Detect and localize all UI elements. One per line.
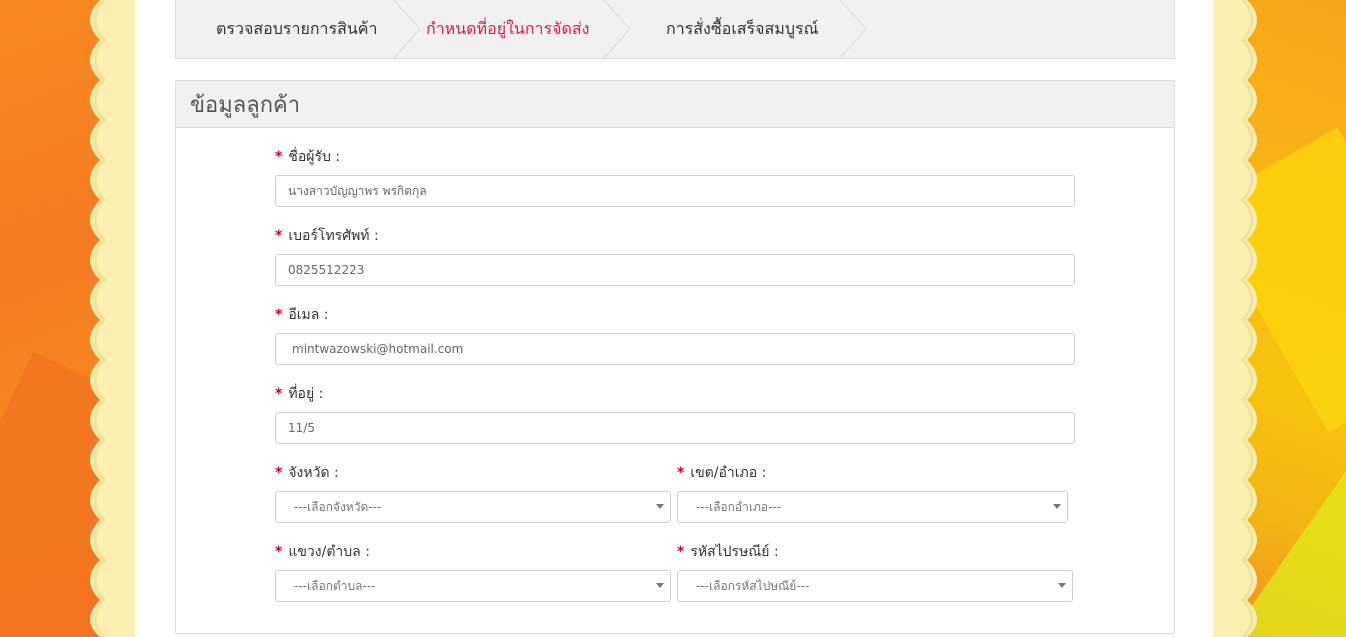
postcode-label: * รหัสไปรษณีย์ : xyxy=(677,544,779,560)
checkout-steps: ตรวจสอบรายการสินค้า กำหนดที่อยู่ในการจัด… xyxy=(175,0,1175,59)
chevron-down-icon xyxy=(656,504,664,509)
email-group: * อีเมล : mintwazowski@hotmail.com xyxy=(275,305,1075,365)
email-input[interactable]: mintwazowski@hotmail.com xyxy=(275,333,1075,365)
subdistrict-group: * แขวง/ตำบล : ---เลือกตำบล--- xyxy=(275,542,671,602)
customer-info-panel: ข้อมูลลูกค้า * ชื่อผู้รับ : นางสาวบัญญาพร… xyxy=(175,80,1175,634)
recipient-name-label: * ชื่อผู้รับ : xyxy=(275,149,341,165)
province-label: * จังหวัด : xyxy=(275,465,339,481)
scallop-right-decoration xyxy=(1237,0,1257,637)
province-group: * จังหวัด : ---เลือกจังหวัด--- xyxy=(275,463,671,523)
chevron-down-icon xyxy=(1058,583,1066,588)
chevron-down-icon xyxy=(1053,504,1061,509)
step-shipping-address[interactable]: กำหนดที่อยู่ในการจัดส่ง xyxy=(426,0,666,58)
subdistrict-select[interactable]: ---เลือกตำบล--- xyxy=(275,570,671,602)
step-review-items[interactable]: ตรวจสอบรายการสินค้า xyxy=(216,0,426,58)
step-order-complete[interactable]: การสั่งซื้อเสร็จสมบูรณ์ xyxy=(666,0,906,58)
step-order-complete-label: การสั่งซื้อเสร็จสมบูรณ์ xyxy=(666,18,819,38)
chevron-right-icon xyxy=(839,0,867,58)
phone-input[interactable]: 0825512223 xyxy=(275,254,1075,286)
subdistrict-label: * แขวง/ตำบล : xyxy=(275,544,370,560)
chevron-down-icon xyxy=(656,583,664,588)
address-group: * ที่อยู่ : 11/5 xyxy=(275,384,1075,444)
province-select[interactable]: ---เลือกจังหวัด--- xyxy=(275,491,671,523)
recipient-name-group: * ชื่อผู้รับ : นางสาวบัญญาพร พรกิตกุล xyxy=(275,147,1075,207)
address-label: * ที่อยู่ : xyxy=(275,386,324,402)
email-label: * อีเมล : xyxy=(275,307,329,323)
district-label: * เขต/อำเภอ : xyxy=(677,465,767,481)
recipient-name-input[interactable]: นางสาวบัญญาพร พรกิตกุล xyxy=(275,175,1075,207)
phone-group: * เบอร์โทรศัพท์ : 0825512223 xyxy=(275,226,1075,286)
district-select[interactable]: ---เลือกอำเภอ--- xyxy=(677,491,1068,523)
district-group: * เขต/อำเภอ : ---เลือกอำเภอ--- xyxy=(677,463,1068,523)
address-input[interactable]: 11/5 xyxy=(275,412,1075,444)
postcode-group: * รหัสไปรษณีย์ : ---เลือกรหัสไปษณีย์--- xyxy=(677,542,1073,602)
scallop-left-decoration xyxy=(90,0,110,637)
phone-label: * เบอร์โทรศัพท์ : xyxy=(275,228,379,244)
chevron-right-icon xyxy=(603,0,631,58)
step-shipping-address-label: กำหนดที่อยู่ในการจัดส่ง xyxy=(426,18,590,38)
step-review-items-label: ตรวจสอบรายการสินค้า xyxy=(216,18,378,38)
panel-title: ข้อมูลลูกค้า xyxy=(176,81,1174,128)
chevron-right-icon xyxy=(393,0,421,58)
postcode-select[interactable]: ---เลือกรหัสไปษณีย์--- xyxy=(677,570,1073,602)
